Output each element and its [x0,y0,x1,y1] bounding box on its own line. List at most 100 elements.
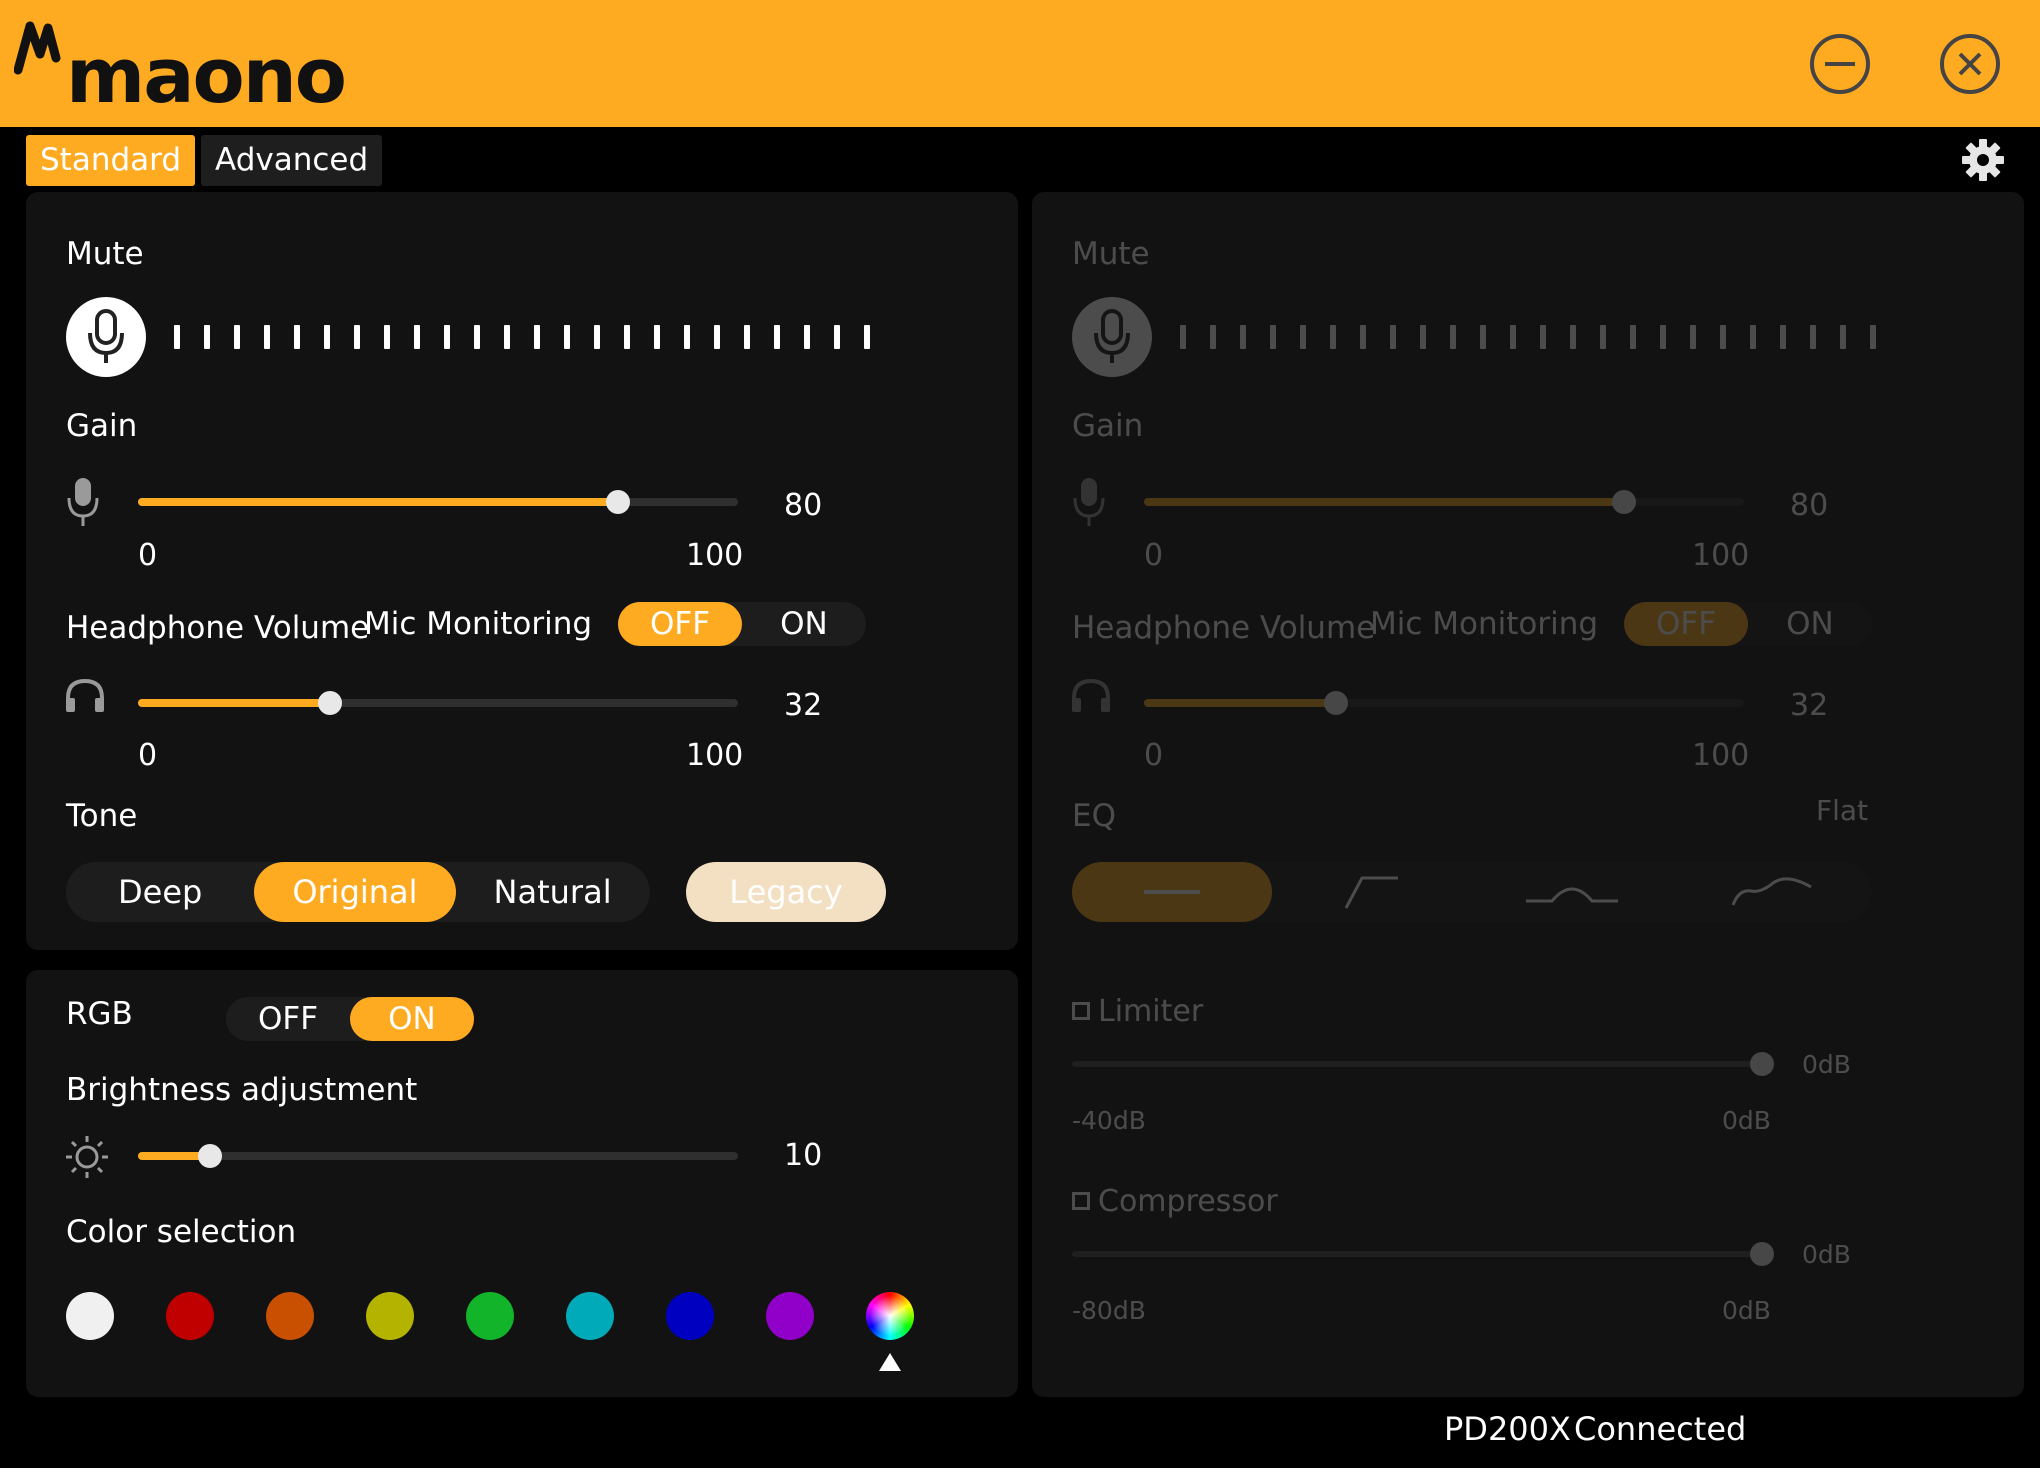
mic-monitoring-on[interactable]: ON [742,602,866,646]
adv-mic-monitoring-on[interactable]: ON [1748,602,1872,646]
tab-advanced[interactable]: Advanced [201,135,383,186]
meter-tick [834,325,840,349]
brightness-handle[interactable] [198,1144,222,1168]
color-swatch[interactable] [666,1292,714,1340]
adv-gain-label: Gain [1072,408,1144,444]
tone-natural[interactable]: Natural [456,862,650,922]
eq-bell-button[interactable] [1472,862,1672,922]
headphone-volume-label: Headphone Volume [66,610,370,646]
color-swatch[interactable] [66,1292,114,1340]
limiter-checkbox[interactable] [1072,1002,1090,1024]
meter-tick [1210,325,1216,349]
gain-slider[interactable] [138,490,738,514]
gain-value: 80 [784,488,823,523]
color-swatch[interactable] [566,1292,614,1340]
limiter-handle[interactable] [1750,1052,1774,1076]
color-swatch[interactable] [266,1292,314,1340]
meter-tick [714,325,720,349]
title-bar: maono [0,0,2040,127]
mic-monitoring-label: Mic Monitoring [364,606,593,642]
compressor-label: Compressor [1098,1184,1278,1219]
tone-deep[interactable]: Deep [66,862,254,922]
adv-headphone-label: Headphone Volume [1072,610,1376,646]
rgb-off[interactable]: OFF [226,997,350,1041]
meter-tick [1750,325,1756,349]
eq-presence-button[interactable] [1672,862,1872,922]
limiter-max: 0dB [1722,1106,1771,1135]
eq-preset-selector [1072,862,1872,922]
meter-tick [744,325,750,349]
meter-tick [444,325,450,349]
meter-tick [234,325,240,349]
compressor-handle[interactable] [1750,1242,1774,1266]
meter-tick [864,325,870,349]
maono-logo: maono [14,18,347,123]
compressor-value: 0dB [1802,1240,1851,1269]
mic-monitoring-off[interactable]: OFF [618,602,743,646]
meter-tick [1720,325,1726,349]
adv-gain-min: 0 [1144,538,1164,573]
adv-gain-handle[interactable] [1612,490,1636,514]
eq-flat-button[interactable] [1072,862,1272,922]
adv-headphone-handle[interactable] [1324,691,1348,715]
meter-tick [204,325,210,349]
meter-tick [354,325,360,349]
meter-tick [654,325,660,349]
meter-tick [534,325,540,349]
tab-standard[interactable]: Standard [26,135,196,186]
limiter-label: Limiter [1098,994,1204,1029]
flat-icon [1144,890,1200,894]
meter-tick [624,325,630,349]
meter-tick [1810,325,1816,349]
brightness-slider[interactable] [138,1144,738,1168]
gain-min: 0 [138,538,158,573]
adv-headphone-value: 32 [1790,688,1829,723]
legacy-button[interactable]: Legacy [686,862,886,922]
meter-tick [294,325,300,349]
adv-gain-slider[interactable] [1144,490,1744,514]
color-swatch-rainbow[interactable] [866,1292,914,1340]
meter-tick [474,325,480,349]
minimize-icon [1810,34,1870,94]
minimize-button[interactable] [1808,32,1872,96]
meter-tick [1270,325,1276,349]
adv-headphone-slider[interactable] [1144,691,1744,715]
rgb-label: RGB [66,996,133,1032]
meter-tick [264,325,270,349]
brightness-value: 10 [784,1138,823,1173]
mute-label: Mute [66,236,144,272]
color-swatch[interactable] [466,1292,514,1340]
color-swatch[interactable] [366,1292,414,1340]
meter-tick [1540,325,1546,349]
gain-label: Gain [66,408,138,444]
compressor-slider[interactable] [1072,1242,1774,1266]
settings-button[interactable] [1961,138,2005,182]
adv-mute-button[interactable] [1072,297,1152,377]
rgb-on[interactable]: ON [350,997,474,1041]
mute-button[interactable] [66,297,146,377]
limiter-slider[interactable] [1072,1052,1774,1076]
adv-input-level-meter [1180,325,1876,349]
meter-tick [1870,325,1876,349]
meter-tick [1450,325,1456,349]
compressor-checkbox[interactable] [1072,1192,1090,1214]
meter-tick [1600,325,1606,349]
headphone-volume-handle[interactable] [318,691,342,715]
mic-monitoring-toggle: OFF ON [618,602,866,646]
limiter-value: 0dB [1802,1050,1851,1079]
meter-tick [1390,325,1396,349]
tone-original[interactable]: Original [254,862,456,922]
gain-slider-fill [138,498,618,506]
close-button[interactable] [1938,32,2002,96]
connection-status: Connected [1574,1410,1747,1448]
gain-slider-handle[interactable] [606,490,630,514]
color-swatch[interactable] [166,1292,214,1340]
color-swatch[interactable] [766,1292,814,1340]
audio-panel [26,192,1018,950]
adv-mic-monitoring-off[interactable]: OFF [1624,602,1749,646]
headphone-volume-max: 100 [686,738,744,773]
adv-headphone-min: 0 [1144,738,1164,773]
headphone-volume-slider[interactable] [138,691,738,715]
limiter-min: -40dB [1072,1106,1146,1135]
eq-highpass-button[interactable] [1272,862,1472,922]
